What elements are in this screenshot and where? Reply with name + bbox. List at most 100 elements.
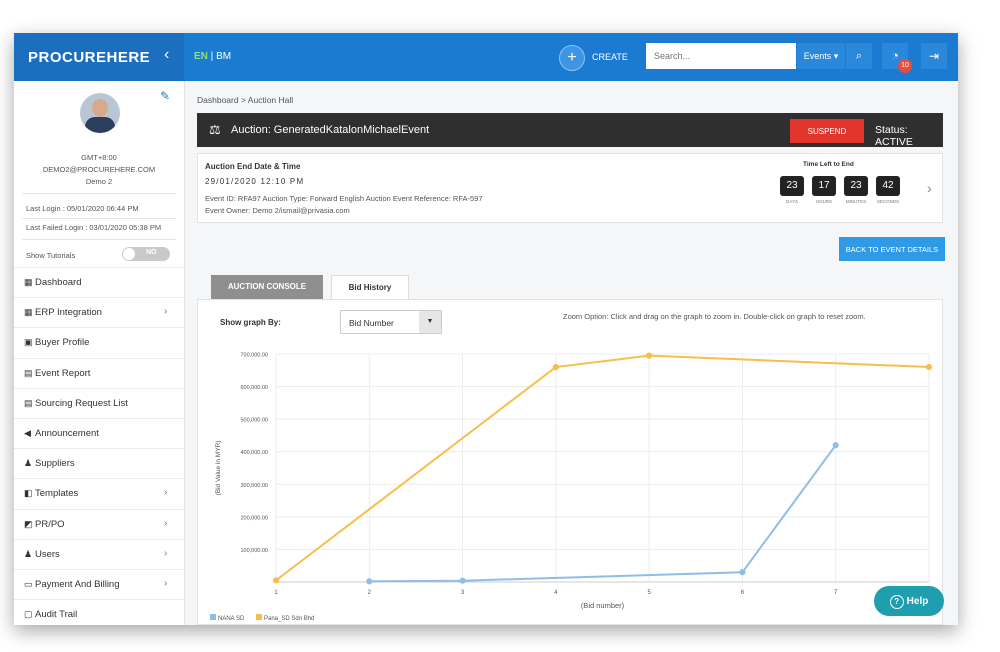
events-dropdown[interactable]: Events ▾ — [797, 43, 845, 69]
end-date-value: 29/01/2020 12:10 PM — [205, 177, 305, 186]
sidebar-item-buyer-profile[interactable]: ▣ Buyer Profile — [14, 327, 184, 357]
show-tutorials-toggle[interactable]: NO — [122, 247, 170, 261]
data-point — [739, 569, 746, 576]
sidebar-item-dashboard[interactable]: ▦ Dashboard — [14, 267, 184, 297]
chevron-right-icon[interactable]: › — [164, 306, 167, 317]
y-tick-label: 500,000.00 — [240, 418, 268, 424]
legend-swatch — [256, 614, 262, 620]
chevron-right-icon[interactable]: › — [927, 180, 932, 196]
gavel-icon: ⚖ — [209, 122, 221, 137]
dashboard-icon: ▦ — [24, 277, 33, 287]
auction-header: ⚖ Auction: GeneratedKatalonMichaelEvent … — [197, 113, 943, 160]
prpo-icon: ◩ — [24, 518, 33, 529]
sidebar-item-label: Announcement — [35, 428, 99, 439]
y-tick-label: 300,000.00 — [240, 483, 268, 489]
sidebar-item-announcement[interactable]: ◀ Announcement — [14, 418, 184, 448]
sidebar-item-payment-and-billing[interactable]: ▭ Payment And Billing › — [14, 569, 184, 599]
end-date-label: Auction End Date & Time — [205, 162, 301, 171]
auction-title: Auction: GeneratedKatalonMichaelEvent — [231, 124, 430, 136]
countdown-seconds-label: SECONDS — [876, 199, 900, 204]
countdown-minutes: 23 — [844, 176, 868, 196]
profile-timezone: GMT+8:00 — [81, 153, 117, 162]
help-label: Help — [906, 596, 929, 607]
sidebar-item-label: Templates — [35, 488, 79, 500]
event-owner-line: Event Owner: Demo 2/ismail@privasia.com — [205, 206, 350, 215]
profile-name: Demo 2 — [85, 177, 113, 186]
countdown-seconds: 42 — [876, 176, 900, 196]
countdown-days: 23 — [780, 176, 804, 196]
edit-profile-icon[interactable]: ✎ — [160, 89, 170, 103]
data-point — [459, 577, 466, 584]
create-plus-icon[interactable]: + — [559, 45, 585, 71]
x-axis-label: (Bid number) — [581, 601, 625, 610]
audit-icon: ▢ — [24, 609, 33, 620]
sidebar-item-users[interactable]: ♟ Users › — [14, 538, 184, 569]
chevron-right-icon[interactable]: › — [164, 487, 167, 498]
sidebar-item-label: PR/PO — [35, 518, 65, 530]
search-input[interactable] — [646, 43, 796, 69]
sidebar-item-pr-po[interactable]: ◩ PR/PO › — [14, 508, 184, 539]
x-tick-label: 5 — [647, 590, 651, 596]
app-window: PROCUREHERE ‹ EN | BM + CREATE Events ▾ … — [14, 33, 958, 625]
suspend-event-button[interactable]: SUSPEND EVENT — [790, 119, 864, 160]
templates-icon: ◧ — [24, 488, 33, 499]
legend-label: NANA SD — [218, 616, 245, 622]
chevron-right-icon[interactable]: › — [164, 548, 167, 559]
sidebar-collapse-icon[interactable]: ‹ — [164, 46, 169, 64]
help-icon: ? — [889, 595, 904, 609]
logout-icon[interactable]: ⇥ — [921, 43, 947, 69]
data-point — [552, 363, 559, 371]
lang-en-link[interactable]: EN — [194, 51, 208, 62]
billing-icon: ▭ — [24, 579, 33, 589]
tab-bid-history[interactable]: Bid History — [331, 275, 409, 299]
y-tick-label: 700,000.00 — [240, 353, 268, 359]
x-tick-label: 3 — [461, 590, 465, 596]
countdown-minutes-label: MINUTES — [845, 199, 867, 204]
sidebar-item-event-report[interactable]: ▤ Event Report — [14, 357, 184, 388]
sidebar-item-label: Suppliers — [35, 458, 75, 470]
countdown-hours-label: HOURS — [815, 199, 833, 204]
legend-swatch — [210, 614, 216, 620]
status-badge: Status: ACTIVE — [875, 124, 913, 148]
bid-history-chart[interactable]: 100,000.00 200,000.00 300,000.00 400,000.00… — [198, 300, 942, 624]
sidebar-item-label: Dashboard — [35, 277, 82, 288]
brand-logo[interactable]: PROCUREHERE — [28, 49, 150, 66]
sidebar-item-label: Sourcing Request List — [35, 397, 128, 409]
data-point — [646, 352, 653, 359]
time-left-label: Time Left to End — [803, 161, 854, 168]
sidebar-item-templates[interactable]: ◧ Templates › — [14, 478, 184, 508]
create-button[interactable]: CREATE — [592, 52, 628, 62]
last-login: Last Login : 05/01/2020 06:44 PM — [26, 204, 139, 213]
sidebar: ✎ GMT+8:00 DEMO2@PROCUREHERE.COM Demo 2 … — [14, 81, 185, 625]
sidebar-item-label: Users — [35, 548, 60, 560]
chevron-right-icon[interactable]: › — [164, 578, 167, 589]
back-to-event-details-button[interactable]: BACK TO EVENT DETAILS — [839, 237, 945, 261]
sidebar-item-label: ERP Integration — [35, 307, 102, 319]
help-button[interactable]: ? Help — [874, 586, 944, 616]
top-bar: PROCUREHERE ‹ EN | BM + CREATE Events ▾ … — [14, 33, 958, 81]
y-tick-label: 100,000.00 — [240, 548, 268, 554]
user-icon: ♟ — [24, 548, 33, 559]
x-tick-label: 6 — [741, 590, 745, 596]
divider — [22, 193, 176, 194]
sidebar-item-erp-integration[interactable]: ▦ ERP Integration › — [14, 297, 184, 327]
sidebar-item-sourcing-request-list[interactable]: ▤ Sourcing Request List — [14, 387, 184, 418]
y-tick-label: 400,000.00 — [240, 450, 268, 456]
auction-info-card: Auction End Date & Time 29/01/2020 12:10… — [197, 153, 943, 223]
breadcrumb[interactable]: Dashboard > Auction Hall — [197, 95, 293, 105]
report-icon: ▤ — [24, 367, 33, 378]
bid-history-panel: Show graph By: Bid Number ▼ Zoom Option:… — [197, 299, 943, 625]
x-tick-label: 2 — [368, 590, 372, 596]
tab-auction-console[interactable]: AUCTION CONSOLE — [211, 275, 323, 299]
search-icon[interactable]: ⌕ — [846, 43, 872, 69]
notification-badge: 10 — [898, 59, 912, 73]
x-tick-label: 4 — [554, 590, 558, 596]
lang-bm-link[interactable]: BM — [216, 51, 231, 62]
sidebar-item-label: Event Report — [35, 367, 91, 379]
sidebar-item-suppliers[interactable]: ♟ Suppliers — [14, 448, 184, 478]
sourcing-icon: ▤ — [24, 397, 33, 408]
megaphone-icon: ◀ — [24, 428, 31, 438]
sidebar-item-audit-trail[interactable]: ▢ Audit Trail — [14, 599, 184, 625]
chevron-right-icon[interactable]: › — [164, 518, 167, 529]
series-line-1 — [275, 354, 930, 582]
